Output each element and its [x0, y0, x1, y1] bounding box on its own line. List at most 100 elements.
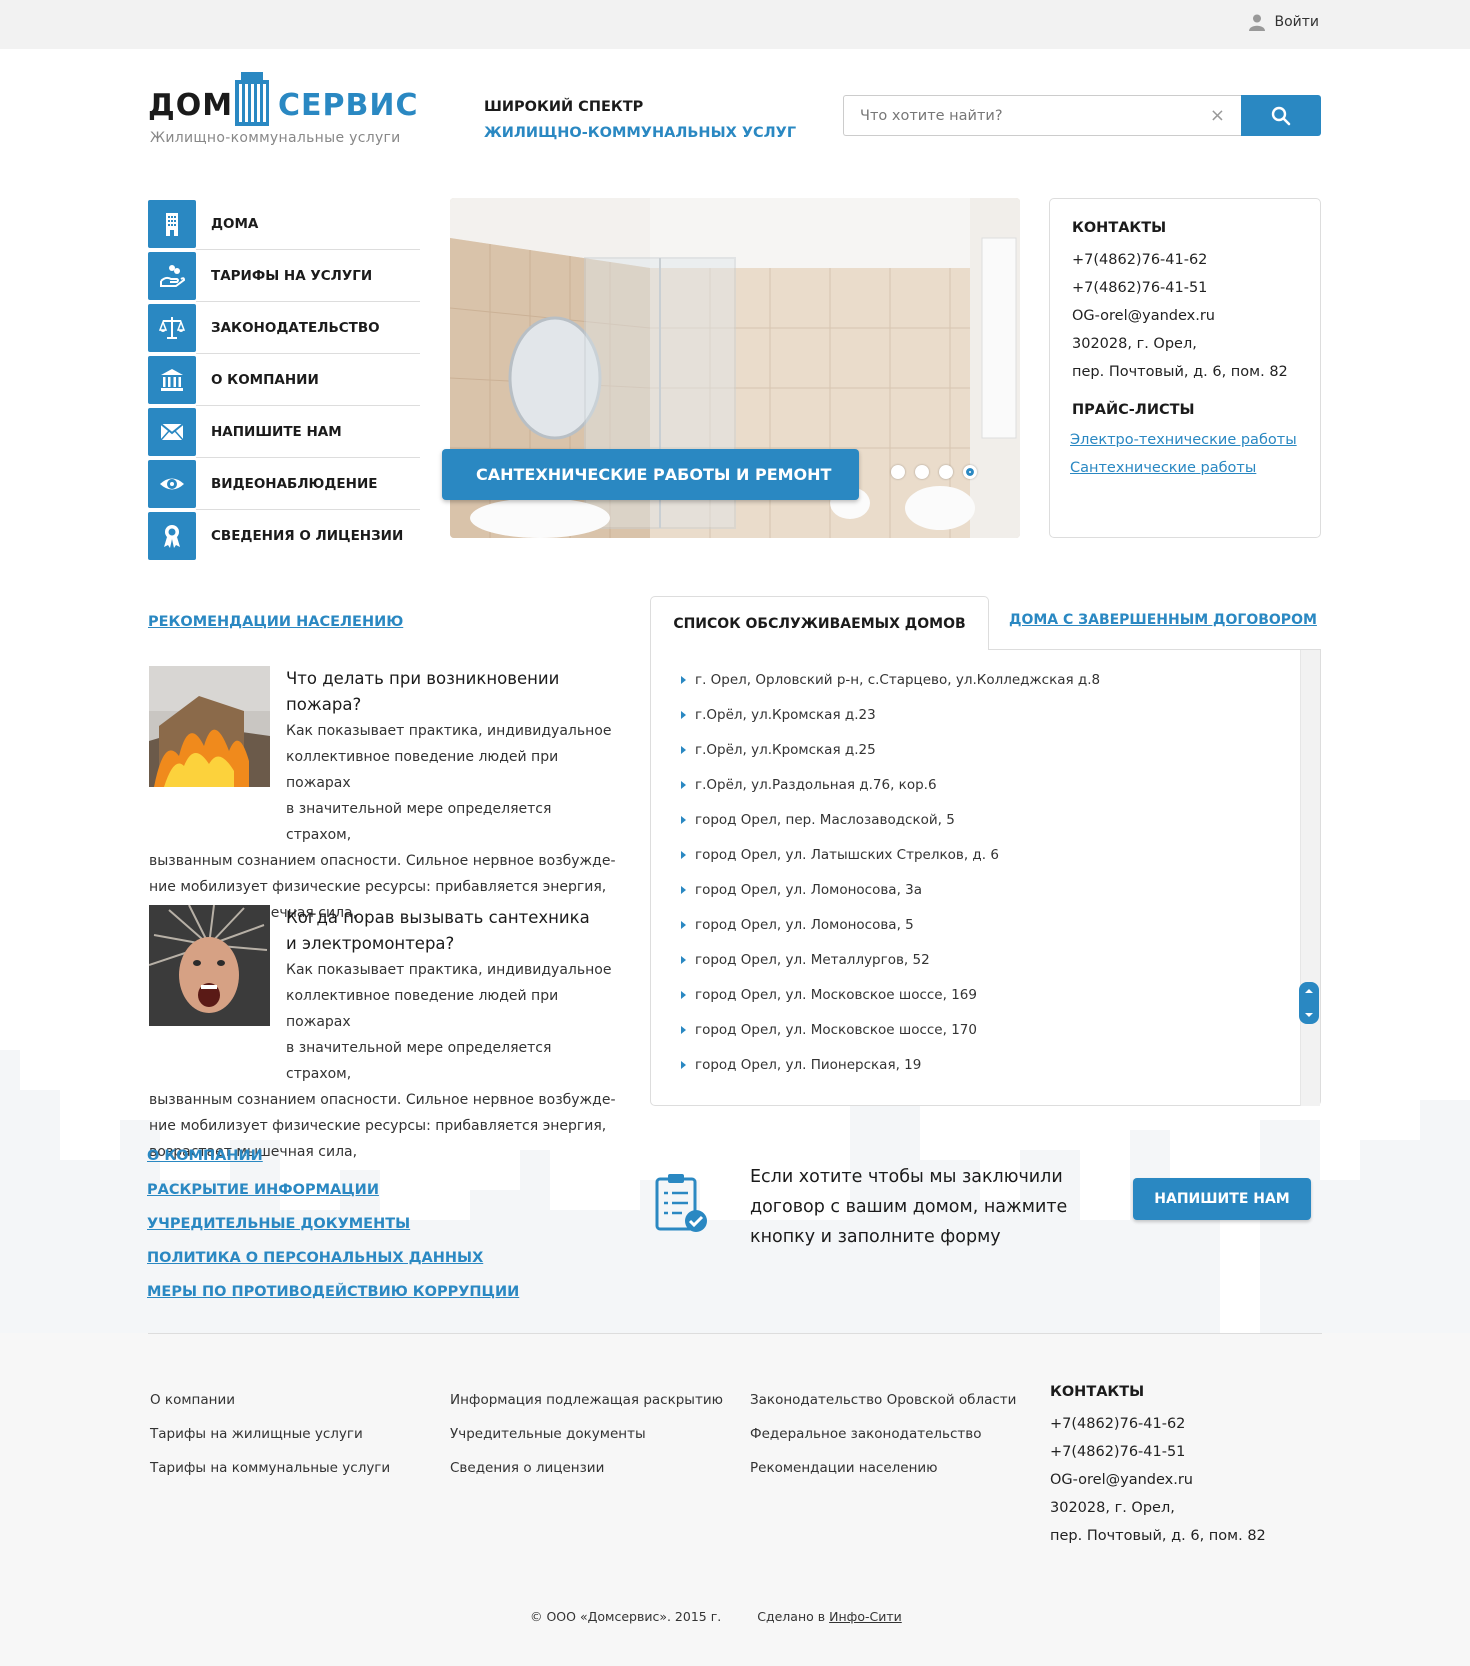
slider-dot-2[interactable] [915, 465, 929, 479]
houses-list: г. Орел, Орловский р-н, с.Старцево, ул.К… [651, 650, 1320, 1090]
contact-address-2: пер. Почтовый, д. 6, пом. 82 [1072, 364, 1288, 380]
houses-panel: г. Орел, Орловский р-н, с.Старцево, ул.К… [650, 649, 1321, 1106]
list-item[interactable]: г.Орёл, ул.Раздольная д.76, кор.6 [681, 775, 1320, 810]
tagline: ШИРОКИЙ СПЕКТР ЖИЛИЩНО-КОММУНАЛЬНЫХ УСЛУ… [484, 94, 796, 146]
menu-item-label: СВЕДЕНИЯ О ЛИЦЕНЗИИ [211, 528, 404, 544]
footer-divider [148, 1333, 1322, 1334]
menu-item-label: НАПИШИТЕ НАМ [196, 406, 420, 458]
logo-text-servis: СЕРВИС [278, 88, 419, 123]
made-by-link[interactable]: Инфо-Сити [829, 1609, 902, 1624]
top-bar: Войти [0, 0, 1470, 49]
menu-item-doma[interactable]: ДОМА [148, 198, 420, 250]
slider-dot-4-active[interactable] [963, 465, 977, 479]
menu-item-legislation[interactable]: ЗАКОНОДАТЕЛЬСТВО [148, 302, 420, 354]
list-item[interactable]: г.Орёл, ул.Кромская д.25 [681, 740, 1320, 775]
link-disclosure[interactable]: РАСКРЫТИЕ ИНФОРМАЦИИ [147, 1173, 519, 1207]
tab-serviced-houses[interactable]: СПИСОК ОБСЛУЖИВАЕМЫХ ДОМОВ [650, 596, 989, 650]
list-item[interactable]: город Орел, пер. Маслозаводской, 5 [681, 810, 1320, 845]
footer-link[interactable]: Информация подлежащая раскрытию [450, 1383, 723, 1417]
search-bar: × [843, 95, 1321, 136]
search-icon [1271, 106, 1291, 125]
scrollbar-track[interactable] [1300, 650, 1320, 1106]
list-item[interactable]: г.Орёл, ул.Кромская д.23 [681, 705, 1320, 740]
article-title[interactable]: Когда порав вызывать сантехника и электр… [286, 905, 619, 957]
list-item[interactable]: город Орел, ул. Московское шоссе, 170 [681, 1020, 1320, 1055]
institution-icon [161, 369, 183, 391]
footer-link[interactable]: Федеральное законодательство [750, 1417, 1016, 1451]
write-us-button[interactable]: НАПИШИТЕ НАМ [1133, 1178, 1311, 1220]
info-links: О КОМПАНИИ РАСКРЫТИЕ ИНФОРМАЦИИ УЧРЕДИТЕ… [147, 1139, 519, 1309]
footer-link[interactable]: Рекомендации населению [750, 1451, 1016, 1485]
footer-col-1: О компании Тарифы на жилищные услуги Тар… [150, 1383, 390, 1485]
menu-item-tariffs[interactable]: ТАРИФЫ НА УСЛУГИ [148, 250, 420, 302]
menu-item-label: ТАРИФЫ НА УСЛУГИ [196, 250, 420, 302]
search-input[interactable] [860, 107, 1210, 124]
footer-link[interactable]: Сведения о лицензии [450, 1451, 723, 1485]
scales-icon [158, 317, 186, 339]
footer-link[interactable]: О компании [150, 1383, 390, 1417]
logo-text-dom: ДОМ [148, 88, 234, 123]
side-menu: ДОМА ТАРИФЫ НА УСЛУГИ ЗАКОНОДАТЕЛЬСТВО О… [148, 198, 420, 562]
search-box: × [843, 95, 1241, 136]
menu-item-license[interactable]: СВЕДЕНИЯ О ЛИЦЕНЗИИ [148, 510, 420, 562]
list-item[interactable]: город Орел, ул. Московское шоссе, 169 [681, 985, 1320, 1020]
link-about-company[interactable]: О КОМПАНИИ [147, 1139, 519, 1173]
made-by: Сделано в Инфо-Сити [757, 1609, 902, 1624]
footer-address-1: 302028, г. Орел, [1050, 1500, 1175, 1516]
list-item[interactable]: г. Орел, Орловский р-н, с.Старцево, ул.К… [681, 670, 1320, 705]
list-item[interactable]: город Орел, ул. Латышских Стрелков, д. 6 [681, 845, 1320, 880]
link-privacy-policy[interactable]: ПОЛИТИКА О ПЕРСОНАЛЬНЫХ ДАННЫХ [147, 1241, 519, 1275]
footer-email: OG-orel@yandex.ru [1050, 1472, 1193, 1488]
coins-hand-icon [160, 265, 186, 287]
search-button[interactable] [1241, 95, 1321, 136]
contact-email: OG-orel@yandex.ru [1072, 308, 1215, 324]
building-logo-icon [235, 72, 269, 126]
footer-link[interactable]: Учредительные документы [450, 1417, 723, 1451]
login-label: Войти [1274, 14, 1319, 30]
clear-icon[interactable]: × [1210, 105, 1225, 126]
menu-item-label: ВИДЕОНАБЛЮДЕНИЕ [196, 458, 420, 510]
article-title[interactable]: Что делать при возникновении пожара? [286, 666, 619, 718]
menu-item-video[interactable]: ВИДЕОНАБЛЮДЕНИЕ [148, 458, 420, 510]
tab-completed-contract[interactable]: ДОМА С ЗАВЕРШЕННЫМ ДОГОВОРОМ [1009, 612, 1317, 628]
footer-col-3: Законодательство Оровской области Федера… [750, 1383, 1016, 1485]
menu-item-write-us[interactable]: НАПИШИТЕ НАМ [148, 406, 420, 458]
tagline-line-2: ЖИЛИЩНО-КОММУНАЛЬНЫХ УСЛУГ [484, 125, 797, 141]
site-logo[interactable]: ДОМ СЕРВИС Жилищно-коммунальные услуги [148, 70, 418, 150]
slider-dot-1[interactable] [891, 465, 905, 479]
list-item[interactable]: город Орел, ул. Металлургов, 52 [681, 950, 1320, 985]
price-lists-title: ПРАЙС-ЛИСТЫ [1072, 402, 1195, 418]
fire-thumbnail[interactable] [149, 666, 270, 787]
contacts-title: КОНТАКТЫ [1072, 220, 1167, 236]
menu-item-label: О КОМПАНИИ [196, 354, 420, 406]
footer-link[interactable]: Законодательство Оровской области [750, 1383, 1016, 1417]
list-item[interactable]: город Орел, ул. Пионерская, 19 [681, 1055, 1320, 1090]
price-link-plumbing[interactable]: Сантехнические работы [1070, 454, 1298, 482]
list-item[interactable]: город Орел, ул. Ломоносова, 3а [681, 880, 1320, 915]
footer-link[interactable]: Тарифы на коммунальные услуги [150, 1451, 390, 1485]
footer-phone-2: +7(4862)76-41-51 [1050, 1444, 1186, 1460]
scrollbar-thumb[interactable] [1299, 982, 1319, 1024]
price-link-electric[interactable]: Электро-технические работы [1070, 426, 1298, 454]
footer-link[interactable]: Тарифы на жилищные услуги [150, 1417, 390, 1451]
screaming-man-thumbnail[interactable] [149, 905, 270, 1026]
callout-text: Если хотите чтобы мы заключили договор с… [750, 1167, 1068, 1247]
contact-phone-1: +7(4862)76-41-62 [1072, 252, 1208, 268]
login-link[interactable]: Войти [1248, 13, 1319, 31]
link-anti-corruption[interactable]: МЕРЫ ПО ПРОТИВОДЕЙСТВИЮ КОРРУПЦИИ [147, 1275, 519, 1309]
slide-caption-button[interactable]: САНТЕХНИЧЕСКИЕ РАБОТЫ И РЕМОНТ [442, 449, 859, 500]
article-plumber: Когда порав вызывать сантехника и электр… [149, 905, 619, 1165]
slider-dot-3[interactable] [939, 465, 953, 479]
menu-item-about[interactable]: О КОМПАНИИ [148, 354, 420, 406]
copyright-bar: © ООО «Домсервис». 2015 г. Сделано в Инф… [530, 1609, 902, 1624]
list-item[interactable]: город Орел, ул. Ломоносова, 5 [681, 915, 1320, 950]
recommendations-title[interactable]: РЕКОМЕНДАЦИИ НАСЕЛЕНИЮ [148, 614, 403, 630]
link-founding-documents[interactable]: УЧРЕДИТЕЛЬНЫЕ ДОКУМЕНТЫ [147, 1207, 519, 1241]
menu-item-label: ЗАКОНОДАТЕЛЬСТВО [196, 302, 420, 354]
user-icon [1249, 14, 1266, 31]
logo-subtitle: Жилищно-коммунальные услуги [150, 130, 401, 146]
eye-icon [160, 478, 184, 490]
footer-address-2: пер. Почтовый, д. 6, пом. 82 [1050, 1528, 1266, 1544]
menu-item-label: ДОМА [196, 198, 420, 250]
award-icon [164, 525, 180, 548]
